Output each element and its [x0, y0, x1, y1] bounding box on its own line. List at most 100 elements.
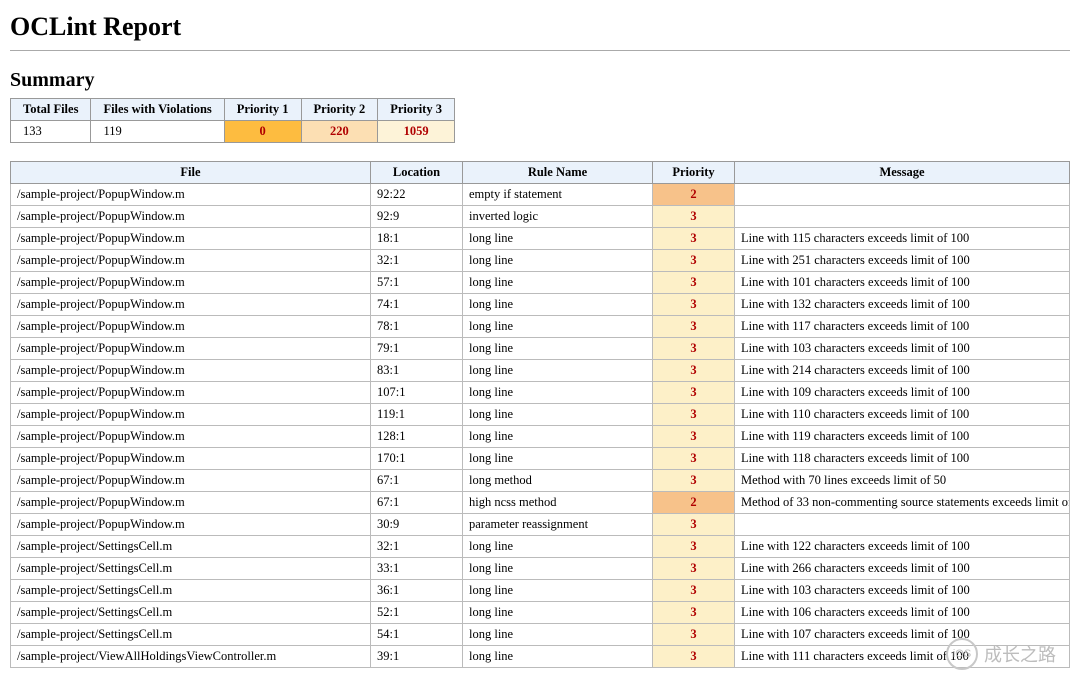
- cell-priority: 3: [653, 382, 735, 404]
- cell-rule: empty if statement: [463, 184, 653, 206]
- cell-message: Line with 122 characters exceeds limit o…: [735, 536, 1070, 558]
- table-row: /sample-project/PopupWindow.m170:1long l…: [11, 448, 1070, 470]
- table-row: /sample-project/PopupWindow.m119:1long l…: [11, 404, 1070, 426]
- cell-file: /sample-project/SettingsCell.m: [11, 602, 371, 624]
- table-row: /sample-project/PopupWindow.m18:1long li…: [11, 228, 1070, 250]
- cell-rule: long line: [463, 228, 653, 250]
- cell-location: 52:1: [371, 602, 463, 624]
- cell-file: /sample-project/PopupWindow.m: [11, 272, 371, 294]
- cell-priority: 3: [653, 294, 735, 316]
- cell-priority: 3: [653, 404, 735, 426]
- cell-priority: 3: [653, 470, 735, 492]
- cell-rule: long line: [463, 404, 653, 426]
- cell-priority: 3: [653, 316, 735, 338]
- cell-file: /sample-project/PopupWindow.m: [11, 206, 371, 228]
- table-row: /sample-project/PopupWindow.m79:1long li…: [11, 338, 1070, 360]
- cell-message: Line with 214 characters exceeds limit o…: [735, 360, 1070, 382]
- cell-rule: long line: [463, 602, 653, 624]
- cell-rule: long line: [463, 250, 653, 272]
- table-row: /sample-project/PopupWindow.m107:1long l…: [11, 382, 1070, 404]
- cell-priority: 3: [653, 250, 735, 272]
- summary-header-total-files: Total Files: [11, 99, 91, 121]
- divider: [10, 50, 1070, 51]
- cell-location: 79:1: [371, 338, 463, 360]
- cell-location: 170:1: [371, 448, 463, 470]
- cell-rule: long line: [463, 338, 653, 360]
- cell-file: /sample-project/ViewAllHoldingsViewContr…: [11, 646, 371, 668]
- cell-rule: long line: [463, 272, 653, 294]
- cell-message: Line with 111 characters exceeds limit o…: [735, 646, 1070, 668]
- cell-file: /sample-project/PopupWindow.m: [11, 294, 371, 316]
- cell-location: 92:9: [371, 206, 463, 228]
- cell-priority: 2: [653, 184, 735, 206]
- summary-total-files: 133: [11, 121, 91, 143]
- cell-priority: 3: [653, 624, 735, 646]
- cell-rule: long line: [463, 382, 653, 404]
- summary-heading: Summary: [10, 69, 1070, 92]
- cell-message: Line with 132 characters exceeds limit o…: [735, 294, 1070, 316]
- table-row: /sample-project/PopupWindow.m32:1long li…: [11, 250, 1070, 272]
- cell-priority: 3: [653, 426, 735, 448]
- cell-file: /sample-project/SettingsCell.m: [11, 536, 371, 558]
- table-row: /sample-project/PopupWindow.m78:1long li…: [11, 316, 1070, 338]
- cell-rule: long line: [463, 558, 653, 580]
- cell-rule: high ncss method: [463, 492, 653, 514]
- summary-p2: 220: [301, 121, 378, 143]
- cell-message: Line with 110 characters exceeds limit o…: [735, 404, 1070, 426]
- cell-location: 33:1: [371, 558, 463, 580]
- cell-file: /sample-project/PopupWindow.m: [11, 338, 371, 360]
- cell-location: 39:1: [371, 646, 463, 668]
- table-row: /sample-project/SettingsCell.m36:1long l…: [11, 580, 1070, 602]
- cell-file: /sample-project/PopupWindow.m: [11, 426, 371, 448]
- cell-file: /sample-project/PopupWindow.m: [11, 470, 371, 492]
- cell-message: Line with 115 characters exceeds limit o…: [735, 228, 1070, 250]
- table-row: /sample-project/SettingsCell.m52:1long l…: [11, 602, 1070, 624]
- summary-header-p1: Priority 1: [224, 99, 301, 121]
- cell-priority: 3: [653, 338, 735, 360]
- cell-file: /sample-project/SettingsCell.m: [11, 624, 371, 646]
- cell-file: /sample-project/PopupWindow.m: [11, 250, 371, 272]
- cell-file: /sample-project/PopupWindow.m: [11, 492, 371, 514]
- summary-header-p3: Priority 3: [378, 99, 455, 121]
- cell-message: Line with 117 characters exceeds limit o…: [735, 316, 1070, 338]
- summary-header-files-violations: Files with Violations: [91, 99, 224, 121]
- cell-message: Line with 103 characters exceeds limit o…: [735, 338, 1070, 360]
- violations-header-message: Message: [735, 162, 1070, 184]
- table-row: /sample-project/PopupWindow.m30:9paramet…: [11, 514, 1070, 536]
- cell-rule: parameter reassignment: [463, 514, 653, 536]
- table-row: /sample-project/SettingsCell.m54:1long l…: [11, 624, 1070, 646]
- cell-rule: long line: [463, 294, 653, 316]
- table-row: /sample-project/ViewAllHoldingsViewContr…: [11, 646, 1070, 668]
- cell-priority: 3: [653, 360, 735, 382]
- cell-location: 36:1: [371, 580, 463, 602]
- cell-location: 32:1: [371, 536, 463, 558]
- cell-message: Line with 103 characters exceeds limit o…: [735, 580, 1070, 602]
- cell-rule: long line: [463, 426, 653, 448]
- cell-priority: 3: [653, 580, 735, 602]
- cell-priority: 3: [653, 602, 735, 624]
- cell-message: Line with 107 characters exceeds limit o…: [735, 624, 1070, 646]
- cell-priority: 3: [653, 228, 735, 250]
- table-row: /sample-project/PopupWindow.m128:1long l…: [11, 426, 1070, 448]
- cell-location: 107:1: [371, 382, 463, 404]
- cell-priority: 3: [653, 206, 735, 228]
- table-row: /sample-project/PopupWindow.m92:9inverte…: [11, 206, 1070, 228]
- cell-location: 67:1: [371, 492, 463, 514]
- table-row: /sample-project/SettingsCell.m32:1long l…: [11, 536, 1070, 558]
- cell-file: /sample-project/SettingsCell.m: [11, 580, 371, 602]
- cell-location: 92:22: [371, 184, 463, 206]
- cell-location: 18:1: [371, 228, 463, 250]
- cell-location: 30:9: [371, 514, 463, 536]
- page-title: OCLint Report: [10, 12, 1070, 42]
- cell-message: [735, 184, 1070, 206]
- cell-priority: 3: [653, 558, 735, 580]
- summary-files-violations: 119: [91, 121, 224, 143]
- summary-p3: 1059: [378, 121, 455, 143]
- violations-table: File Location Rule Name Priority Message…: [10, 161, 1070, 668]
- cell-message: [735, 206, 1070, 228]
- violations-header-location: Location: [371, 162, 463, 184]
- cell-rule: inverted logic: [463, 206, 653, 228]
- cell-file: /sample-project/PopupWindow.m: [11, 404, 371, 426]
- table-row: /sample-project/PopupWindow.m67:1long me…: [11, 470, 1070, 492]
- cell-message: Line with 101 characters exceeds limit o…: [735, 272, 1070, 294]
